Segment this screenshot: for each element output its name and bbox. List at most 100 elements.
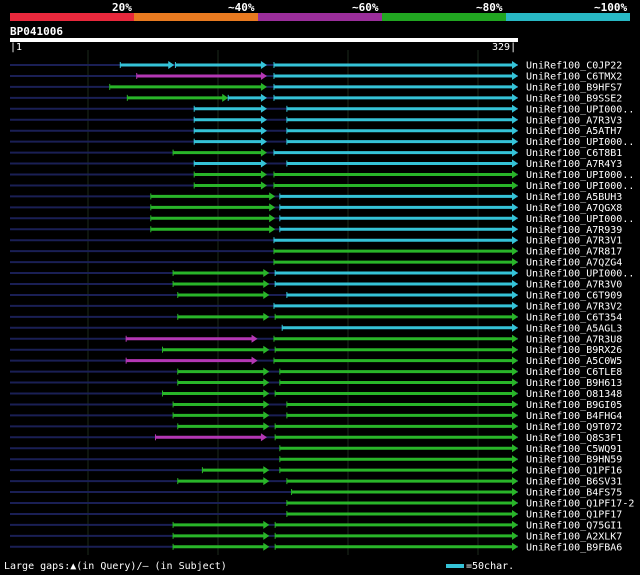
hit-label[interactable]: UniRef100_C6T909	[526, 290, 622, 301]
hit-label[interactable]: UniRef100_A5BUH3	[526, 192, 622, 203]
hit-label[interactable]: UniRef100_Q1PF16	[526, 466, 622, 477]
hit-label[interactable]: UniRef100_A7R817	[526, 247, 622, 258]
hit-row[interactable]: UniRef100_A7R3V2	[10, 301, 622, 312]
hit-row[interactable]: UniRef100_B9SSE2	[10, 93, 622, 104]
hit-label[interactable]: UniRef100_A7R3V2	[526, 301, 622, 312]
hit-label[interactable]: UniRef100_A7R3V0	[526, 280, 622, 291]
hsp-arrowhead	[512, 148, 518, 157]
hit-label[interactable]: UniRef100_A7R3V3	[526, 115, 622, 126]
hit-label[interactable]: UniRef100_A7R4Y3	[526, 159, 622, 170]
hsp-arrowhead	[263, 422, 270, 431]
hsp-arrowhead	[512, 126, 518, 135]
hit-label[interactable]: UniRef100_B9HN59	[526, 455, 622, 466]
hit-row[interactable]: UniRef100_UPI000..	[10, 214, 634, 225]
hit-row[interactable]: UniRef100_A2XLK7	[10, 531, 622, 542]
hit-label[interactable]: UniRef100_A5AGL3	[526, 323, 622, 334]
hit-label[interactable]: UniRef100_UPI000..	[526, 170, 634, 181]
hit-row[interactable]: UniRef100_Q1PF17	[10, 509, 622, 520]
hit-row[interactable]: UniRef100_A7R3V3	[10, 115, 622, 126]
hsp-arrowhead	[512, 367, 518, 376]
hit-row[interactable]: UniRef100_A5C0W5	[10, 356, 622, 367]
hit-row[interactable]: UniRef100_UPI000..	[10, 104, 634, 115]
hit-row[interactable]: UniRef100_C6T909	[10, 290, 622, 301]
hit-row[interactable]: UniRef100_Q1PF17-2	[10, 499, 634, 510]
hit-label[interactable]: UniRef100_A2XLK7	[526, 531, 622, 542]
hit-row[interactable]: UniRef100_A7QGX8	[10, 203, 622, 214]
hit-label[interactable]: UniRef100_B4FHG4	[526, 411, 622, 422]
hit-label[interactable]: UniRef100_Q1PF17	[526, 509, 622, 520]
hit-row[interactable]: UniRef100_UPI000..	[10, 170, 634, 181]
hit-row[interactable]: UniRef100_A5ATH7	[10, 126, 622, 137]
hit-label[interactable]: UniRef100_B9HFS7	[526, 82, 622, 93]
hit-row[interactable]: UniRef100_A7QZG4	[10, 258, 622, 269]
hit-label[interactable]: UniRef100_C6T8B1	[526, 148, 622, 159]
hit-row[interactable]: UniRef100_C0JP22	[10, 61, 622, 72]
hit-row[interactable]: UniRef100_Q9T072	[10, 422, 622, 433]
hsp-arrowhead	[512, 499, 518, 507]
hit-row[interactable]: UniRef100_UPI000..	[10, 181, 634, 192]
hit-label[interactable]: UniRef100_B9FBA6	[526, 542, 622, 553]
hit-label[interactable]: UniRef100_C6TLE8	[526, 367, 622, 378]
hit-label[interactable]: UniRef100_B9H613	[526, 378, 622, 389]
hit-row[interactable]: UniRef100_A7R4Y3	[10, 159, 622, 170]
hit-label[interactable]: UniRef100_O81348	[526, 389, 622, 400]
hit-row[interactable]: UniRef100_A5BUH3	[10, 192, 622, 203]
hit-label[interactable]: UniRef100_A7QGX8	[526, 203, 622, 214]
hit-label[interactable]: UniRef100_UPI000..	[526, 269, 634, 280]
hit-label[interactable]: UniRef100_Q1PF17-2	[526, 499, 634, 510]
hit-row[interactable]: UniRef100_B9HFS7	[10, 82, 622, 93]
hit-label[interactable]: UniRef100_C5WQ91	[526, 444, 622, 455]
hit-label[interactable]: UniRef100_UPI000..	[526, 137, 634, 148]
hit-label[interactable]: UniRef100_UPI000..	[526, 181, 634, 192]
hsp-arrowhead	[512, 258, 518, 267]
hit-label[interactable]: UniRef100_Q9T072	[526, 422, 622, 433]
hit-row[interactable]: UniRef100_A7R3V0	[10, 280, 622, 291]
hit-row[interactable]: UniRef100_A7R3V1	[10, 236, 622, 247]
hit-row[interactable]: UniRef100_C6TMX2	[10, 71, 622, 82]
hit-label[interactable]: UniRef100_UPI000..	[526, 104, 634, 115]
hit-row[interactable]: UniRef100_Q1PF16	[10, 466, 622, 477]
hsp-arrowhead	[260, 115, 267, 124]
hit-label[interactable]: UniRef100_A5ATH7	[526, 126, 622, 137]
hit-label[interactable]: UniRef100_Q8S3F1	[526, 433, 622, 444]
hit-row[interactable]: UniRef100_A7R939	[10, 225, 622, 236]
hit-row[interactable]: UniRef100_B9GI05	[10, 400, 622, 411]
hit-label[interactable]: UniRef100_A7QZG4	[526, 258, 622, 269]
hit-label[interactable]: UniRef100_A7R939	[526, 225, 622, 236]
hit-row[interactable]: UniRef100_UPI000..	[10, 269, 634, 280]
hit-row[interactable]: UniRef100_B4FHG4	[10, 411, 622, 422]
hit-label[interactable]: UniRef100_Q75GI1	[526, 520, 622, 531]
hit-label[interactable]: UniRef100_A7R3V1	[526, 236, 622, 247]
hit-label[interactable]: UniRef100_UPI000..	[526, 214, 634, 225]
hit-label[interactable]: UniRef100_B9SSE2	[526, 93, 622, 104]
hit-row[interactable]: UniRef100_C6T8B1	[10, 148, 622, 159]
hit-label[interactable]: UniRef100_A5C0W5	[526, 356, 622, 367]
hit-row[interactable]: UniRef100_C6TLE8	[10, 367, 622, 378]
hit-row[interactable]: UniRef100_C5WQ91	[10, 444, 622, 455]
hit-label[interactable]: UniRef100_C6TMX2	[526, 71, 622, 82]
hit-row[interactable]: UniRef100_B9HN59	[10, 455, 622, 466]
hit-row[interactable]: UniRef100_A5AGL3	[10, 323, 622, 334]
hit-row[interactable]: UniRef100_B6SV31	[10, 477, 622, 488]
hit-label[interactable]: UniRef100_C6T354	[526, 312, 622, 323]
hit-row[interactable]: UniRef100_O81348	[10, 389, 622, 400]
hit-label[interactable]: UniRef100_B9RX26	[526, 345, 622, 356]
hit-row[interactable]: UniRef100_Q8S3F1	[10, 433, 622, 444]
hit-row[interactable]: UniRef100_C6T354	[10, 312, 622, 323]
hit-row[interactable]: UniRef100_B9FBA6	[10, 542, 622, 553]
hsp-arrowhead	[512, 444, 518, 453]
hsp-arrowhead	[512, 455, 518, 464]
hit-row[interactable]: UniRef100_UPI000..	[10, 137, 634, 148]
hit-row[interactable]: UniRef100_B4FS75	[10, 488, 622, 499]
hit-row[interactable]: UniRef100_B9RX26	[10, 345, 622, 356]
hit-label[interactable]: UniRef100_C0JP22	[526, 61, 622, 72]
hit-row[interactable]: UniRef100_Q75GI1	[10, 520, 622, 531]
hit-label[interactable]: UniRef100_B4FS75	[526, 488, 622, 499]
hit-row[interactable]: UniRef100_B9H613	[10, 378, 622, 389]
hit-label[interactable]: UniRef100_B6SV31	[526, 477, 622, 488]
hsp-arrowhead	[512, 488, 518, 497]
hit-label[interactable]: UniRef100_A7R3U8	[526, 334, 622, 345]
hit-label[interactable]: UniRef100_B9GI05	[526, 400, 622, 411]
hit-row[interactable]: UniRef100_A7R817	[10, 247, 622, 258]
hit-row[interactable]: UniRef100_A7R3U8	[10, 334, 622, 345]
